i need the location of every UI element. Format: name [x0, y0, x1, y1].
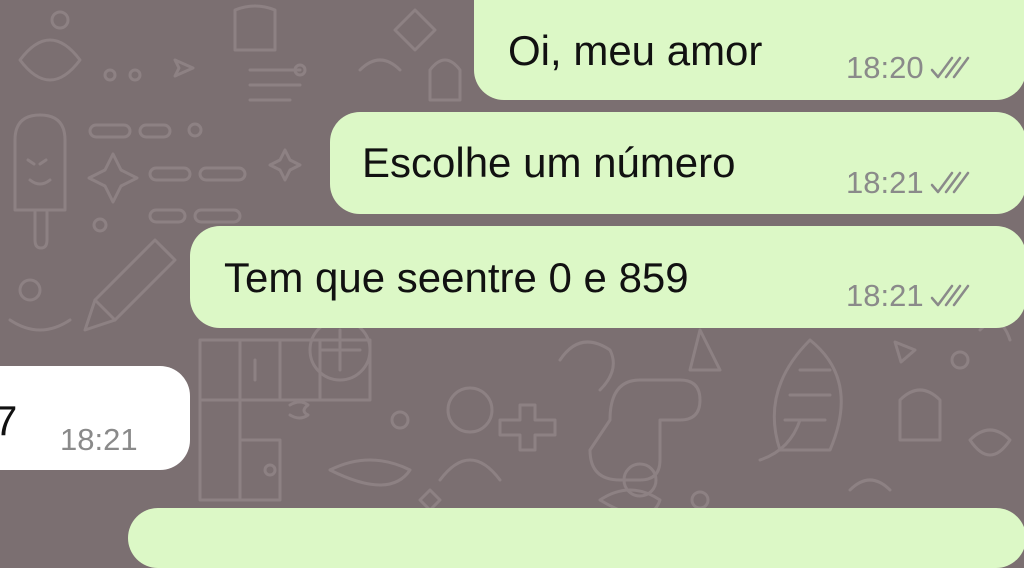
double-check-icon	[930, 56, 969, 78]
message-time: 18:21	[60, 422, 138, 457]
message-text: Oi, meu amor	[508, 27, 763, 74]
message-bubble-outgoing[interactable]: Oi, meu amor 18:20	[474, 0, 1024, 100]
message-bubble-outgoing[interactable]: Tem que seentre 0 e 859 18:21	[190, 226, 1024, 328]
message-text: Escolhe um número	[362, 139, 736, 186]
message-text: Tem que seentre 0 e 859	[224, 254, 689, 301]
message-bubble-outgoing[interactable]: Escolhe um número 18:21	[330, 112, 1024, 214]
message-text: 7	[0, 397, 18, 444]
message-time: 18:21	[846, 165, 924, 200]
double-check-icon	[930, 171, 969, 193]
message-time: 18:21	[846, 278, 924, 313]
message-bubble-incoming[interactable]: 7 18:21	[0, 366, 190, 470]
double-check-icon	[930, 284, 969, 306]
message-time: 18:20	[846, 50, 924, 85]
message-bubble-outgoing-partial[interactable]	[128, 508, 1024, 568]
